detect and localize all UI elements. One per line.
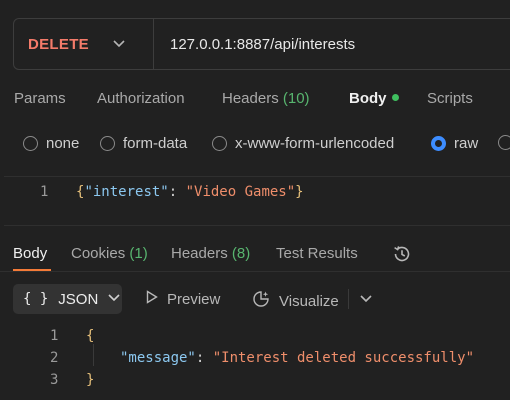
method-select[interactable]: DELETE [14,19,154,69]
radio-circle [23,136,38,151]
method-label: DELETE [28,35,89,53]
play-icon [146,290,158,308]
tab-headers-label: Headers [222,90,279,107]
active-tab-underline [13,269,51,271]
radio-urlencoded[interactable]: x-www-form-urlencoded [212,135,394,152]
url-input[interactable] [154,19,510,69]
radio-none-label: none [46,135,80,152]
radio-none[interactable]: none [23,135,79,152]
preview-button[interactable]: Preview [146,290,220,308]
radio-raw[interactable]: raw [431,135,478,152]
request-body-editor[interactable]: 1 {"interest": "Video Games"} [4,176,510,226]
resp-tab-headers-label: Headers [171,245,228,262]
line-number: 2 [50,350,59,366]
body-type-options: none form-data x-www-form-urlencoded raw [0,132,510,158]
code-line: {"interest": "Video Games"} [76,184,304,200]
tab-body[interactable]: Body [349,90,399,107]
body-indicator-dot [391,94,399,101]
response-body-viewer[interactable]: 1 2 3 { "message": "Interest deleted suc… [0,322,510,400]
chevron-down-icon [108,293,120,305]
format-select[interactable]: { } JSON [13,284,122,314]
resp-tab-test-results[interactable]: Test Results [276,245,358,262]
line-number: 1 [50,328,59,344]
radio-form-data-label: form-data [123,135,188,152]
code-line-message: "message": "Interest deleted successfull… [120,350,475,366]
toolbar-divider [348,289,349,309]
radio-circle [212,136,227,151]
preview-label: Preview [167,290,221,308]
tab-body-label: Body [349,90,387,107]
tab-headers[interactable]: Headers (10) [222,90,310,107]
history-icon[interactable] [392,244,412,264]
resp-tab-cookies[interactable]: Cookies (1) [71,245,148,262]
radio-raw-label: raw [454,135,479,152]
code-line-close: } [86,372,95,388]
visualize-button[interactable]: Visualize [252,290,339,312]
response-toolbar: { } JSON Preview Visualize [0,284,510,314]
tab-headers-count: (10) [282,90,310,107]
line-number: 1 [40,184,49,200]
tab-params[interactable]: Params [14,90,66,107]
radio-circle [498,135,510,150]
request-tabs: Params Authorization Headers (10) Body S… [0,84,510,114]
tab-scripts[interactable]: Scripts [427,90,473,107]
line-number: 3 [50,372,59,388]
radio-binary[interactable] [498,135,510,150]
format-label: JSON [58,290,99,308]
chevron-down-icon[interactable] [360,292,372,306]
visualize-label: Visualize [279,292,339,310]
resp-tab-body[interactable]: Body [13,245,47,262]
response-tabs: Body Cookies (1) Headers (8) Test Result… [0,238,510,272]
resp-tab-cookies-label: Cookies [71,245,126,262]
visualize-icon [252,290,272,312]
resp-tab-headers[interactable]: Headers (8) [171,245,250,262]
radio-urlencoded-label: x-www-form-urlencoded [235,135,395,152]
code-line-open: { [86,328,95,344]
indent-guide [93,344,94,366]
braces-icon: { } [23,291,49,307]
chevron-down-icon [113,37,125,51]
resp-tab-cookies-count: (1) [129,245,148,262]
url-bar: DELETE [13,18,510,70]
resp-tab-headers-count: (8) [231,245,251,262]
radio-circle-selected [431,136,446,151]
radio-circle [100,136,115,151]
radio-form-data[interactable]: form-data [100,135,187,152]
tab-authorization[interactable]: Authorization [97,90,185,107]
